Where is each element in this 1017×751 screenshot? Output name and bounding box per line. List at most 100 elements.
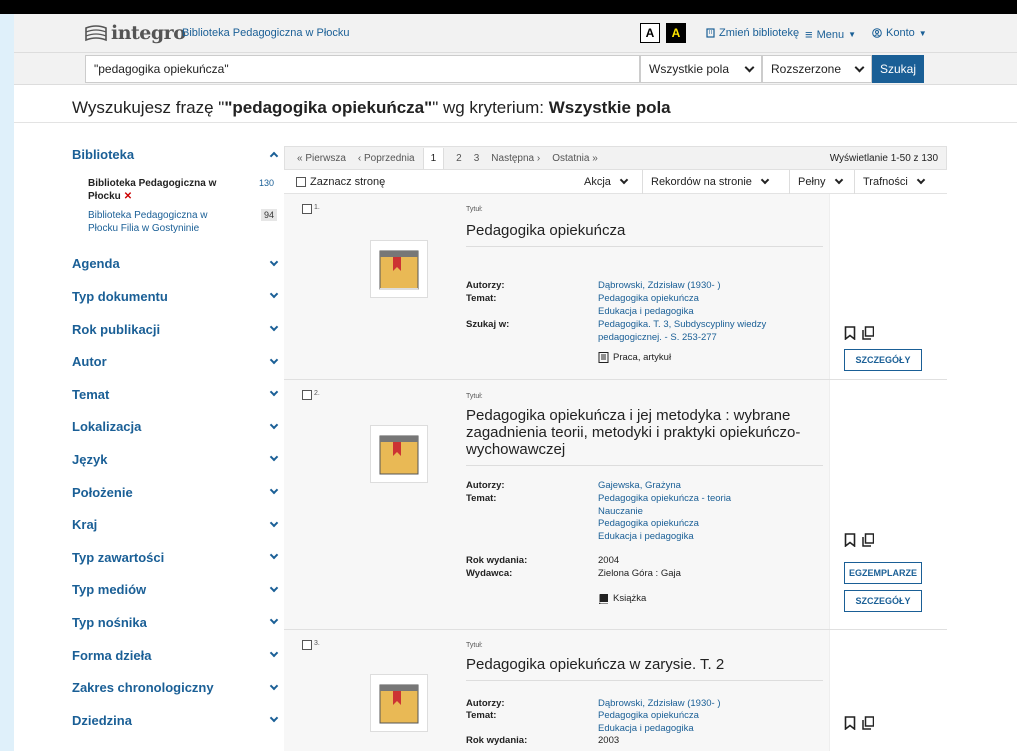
facet-5[interactable]: Lokalizacja: [72, 411, 279, 444]
record-title-link[interactable]: Pedagogika opiekuńcza i jej metodyka : w…: [466, 407, 823, 466]
chevron-down-icon: [269, 713, 279, 723]
checkbox[interactable]: [296, 176, 306, 187]
sort-label: Trafności: [863, 176, 908, 188]
caret-down-icon: ▼: [848, 30, 857, 39]
result-record: 2. Tytuł: Pedagogika opiekuńcza i jej me…: [284, 380, 947, 630]
chevron-down-icon: [269, 388, 279, 397]
book-cover-icon[interactable]: [370, 240, 428, 298]
chevron-down-icon: [269, 420, 279, 430]
building-icon: [706, 28, 715, 38]
chevron-up-icon: [269, 152, 279, 161]
book-cover-icon[interactable]: [370, 674, 428, 732]
subject-link[interactable]: Nauczanie: [598, 506, 818, 519]
per-page-dropdown[interactable]: Rekordów na stronie: [642, 170, 776, 194]
facet-10[interactable]: Typ mediów: [72, 574, 279, 607]
authors-label: Autorzy:: [466, 698, 505, 709]
checkbox[interactable]: [302, 390, 312, 400]
subject-link[interactable]: Pedagogika opiekuńcza: [598, 710, 818, 723]
last-page-link[interactable]: Ostatnia »: [552, 153, 598, 164]
bookmark-icon[interactable]: [844, 326, 856, 340]
facet-14[interactable]: Dziedzina: [72, 704, 279, 737]
facet-library-item-plock[interactable]: Biblioteka Pedagogiczna w Płocku ✕ 130: [88, 177, 277, 203]
bookmark-icon[interactable]: [844, 533, 856, 547]
record-select[interactable]: 3.: [302, 640, 320, 650]
document-type: Książka: [598, 593, 646, 604]
facet-8[interactable]: Kraj: [72, 508, 279, 541]
author-link[interactable]: Gajewska, Grażyna: [598, 480, 818, 493]
copy-icon[interactable]: [862, 716, 874, 730]
logo[interactable]: integro: [85, 22, 186, 44]
facet-library-item-gostynin[interactable]: Biblioteka Pedagogiczna w Płocku Filia w…: [88, 208, 277, 235]
record-select[interactable]: 2.: [302, 390, 320, 400]
copy-icon[interactable]: [862, 326, 874, 340]
facet-11[interactable]: Typ nośnika: [72, 606, 279, 639]
record-select[interactable]: 1.: [302, 204, 320, 214]
search-button[interactable]: Szukaj: [872, 55, 924, 83]
facet-7[interactable]: Położenie: [72, 476, 279, 509]
copy-icon[interactable]: [862, 533, 874, 547]
first-page-link[interactable]: « Pierwsza: [297, 153, 346, 164]
facet-label: Typ nośnika: [72, 614, 147, 630]
facet-label: Agenda: [72, 256, 120, 272]
facet-1[interactable]: Typ dokumentu: [72, 280, 279, 313]
checkbox[interactable]: [302, 204, 312, 214]
search-input[interactable]: "pedagogika opiekuńcza": [85, 55, 640, 83]
search-field-value: Wszystkie pola: [649, 62, 730, 76]
view-label: Pełny: [798, 176, 826, 188]
record-title-link[interactable]: Pedagogika opiekuńcza w zarysie. T. 2: [466, 656, 823, 681]
select-page-checkbox[interactable]: Zaznacz stronę: [296, 176, 385, 188]
contrast-normal-button[interactable]: A: [640, 23, 660, 43]
facet-6[interactable]: Język: [72, 443, 279, 476]
remove-filter-icon[interactable]: ✕: [124, 191, 132, 202]
library-name-link[interactable]: Biblioteka Pedagogiczna w Płocku: [182, 27, 350, 39]
sort-dropdown[interactable]: Trafności: [854, 170, 932, 194]
prev-page-link[interactable]: ‹ Poprzednia: [358, 153, 415, 164]
results-panel: « Pierwsza ‹ Poprzednia 1 2 3 Następna ›…: [284, 146, 947, 751]
subject-link[interactable]: Pedagogika opiekuńcza: [598, 293, 818, 306]
record-icons: [844, 326, 874, 340]
account-dropdown[interactable]: Konto ▼: [872, 27, 927, 39]
facet-4[interactable]: Temat: [72, 378, 279, 411]
facet-12[interactable]: Forma dzieła: [72, 639, 279, 672]
facet-label: Rok publikacji: [72, 321, 161, 337]
subject-link[interactable]: Edukacja i pedagogika: [598, 306, 818, 319]
menu-dropdown[interactable]: ≡ Menu ▼: [805, 27, 856, 42]
page-3-link[interactable]: 3: [474, 153, 480, 164]
change-library-link[interactable]: Zmień bibliotekę: [706, 27, 799, 39]
search-in-label: Szukaj w:: [466, 319, 510, 330]
checkbox[interactable]: [302, 640, 312, 650]
facet-3[interactable]: Autor: [72, 345, 279, 378]
details-button[interactable]: SZCZEGÓŁY: [844, 590, 922, 612]
action-dropdown[interactable]: Akcja: [576, 170, 635, 194]
contrast-high-button[interactable]: A: [666, 23, 686, 43]
source-link[interactable]: Pedagogika. T. 3, Subdyscypliny wiedzy p…: [598, 319, 818, 344]
page-2-link[interactable]: 2: [456, 153, 462, 164]
subject-link[interactable]: Pedagogika opiekuńcza: [598, 518, 818, 531]
record-icons: [844, 533, 874, 547]
next-page-link[interactable]: Następna ›: [491, 153, 540, 164]
chevron-down-icon: [269, 453, 279, 462]
copies-button[interactable]: EGZEMPLARZE: [844, 562, 922, 584]
catalog-page: integro Biblioteka Pedagogiczna w Płocku…: [14, 14, 1017, 751]
book-cover-icon[interactable]: [370, 425, 428, 483]
author-link[interactable]: Dąbrowski, Zdzisław (1930- ): [598, 698, 818, 711]
author-link[interactable]: Dąbrowski, Zdzisław (1930- ): [598, 280, 818, 293]
subject-link[interactable]: Edukacja i pedagogika: [598, 723, 818, 736]
facet-library[interactable]: Biblioteka: [72, 138, 279, 171]
chevron-down-icon: [269, 322, 279, 332]
record-title-link[interactable]: Pedagogika opiekuńcza: [466, 222, 823, 247]
search-mode-select[interactable]: Rozszerzone: [762, 55, 872, 83]
subject-link[interactable]: Edukacja i pedagogika: [598, 531, 818, 544]
facet-9[interactable]: Typ zawartości: [72, 541, 279, 574]
search-field-select[interactable]: Wszystkie pola: [640, 55, 762, 83]
facet-13[interactable]: Zakres chronologiczny: [72, 671, 279, 704]
view-dropdown[interactable]: Pełny: [789, 170, 850, 194]
facet-0[interactable]: Agenda: [72, 248, 279, 281]
page-1-link[interactable]: 1: [422, 147, 445, 169]
bookmark-icon[interactable]: [844, 716, 856, 730]
subject-link[interactable]: Pedagogika opiekuńcza - teoria: [598, 493, 818, 506]
facet-label: Forma dzieła: [72, 647, 152, 663]
details-button[interactable]: SZCZEGÓŁY: [844, 349, 922, 371]
facet-2[interactable]: Rok publikacji: [72, 313, 279, 346]
chevron-down-icon: [269, 485, 279, 495]
